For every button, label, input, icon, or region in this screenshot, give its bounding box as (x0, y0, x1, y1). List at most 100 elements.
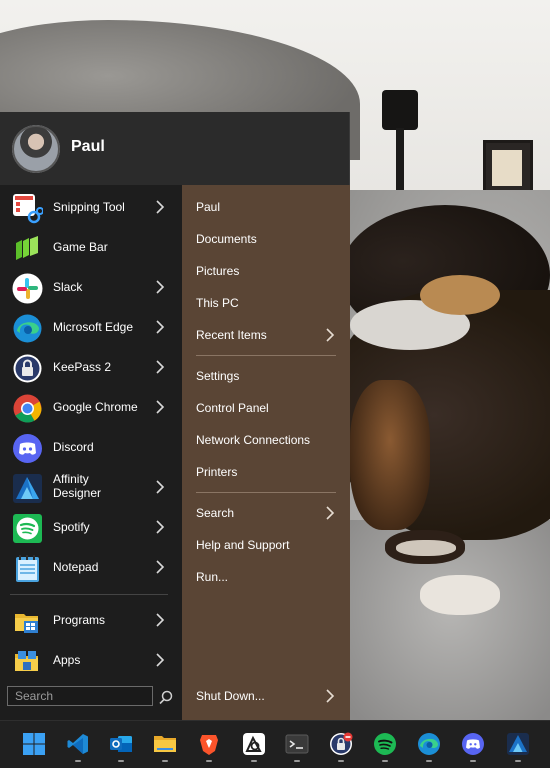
place-label: Printers (196, 465, 238, 479)
place-item-this-pc[interactable]: This PC (182, 289, 350, 317)
taskbar-brave[interactable] (192, 729, 226, 763)
running-indicator (470, 760, 476, 762)
app-item-affinity-designer[interactable]: Affinity Designer (0, 467, 182, 507)
search-box[interactable] (7, 686, 153, 706)
menu-item-apps[interactable]: Apps (0, 640, 182, 680)
place-item-documents[interactable]: Documents (182, 225, 350, 253)
place-item-printers[interactable]: Printers (182, 458, 350, 486)
app-item-google-chrome[interactable]: Google Chrome (0, 387, 182, 427)
taskbar-vscode[interactable] (61, 729, 95, 763)
file-explorer-icon (153, 732, 177, 756)
running-indicator (206, 760, 212, 762)
chevron-right-icon[interactable] (155, 612, 165, 628)
taskbar-discord[interactable] (456, 729, 490, 763)
taskbar-spotify[interactable] (368, 729, 402, 763)
chrome-icon (12, 393, 43, 424)
place-item-recent-items[interactable]: Recent Items (182, 321, 350, 349)
chevron-right-icon[interactable] (155, 479, 165, 495)
taskbar-terminal[interactable] (280, 729, 314, 763)
chevron-right-icon (325, 327, 335, 343)
place-label: Control Panel (196, 401, 269, 415)
start-menu: Paul Snipping Tool Game Bar Slack Micros… (0, 112, 350, 720)
places-column: Paul Documents Pictures This PC Recent I… (182, 185, 350, 720)
taskbar-affinity-photo[interactable] (237, 729, 271, 763)
running-indicator (426, 760, 432, 762)
running-indicator (294, 760, 300, 762)
slack-icon (12, 273, 43, 304)
place-label: Run... (196, 570, 229, 584)
shut-down-button[interactable]: Shut Down... (182, 682, 350, 710)
running-indicator (162, 760, 168, 762)
running-indicator (75, 760, 81, 762)
place-item-user-folder[interactable]: Paul (182, 193, 350, 221)
app-item-notepad[interactable]: Notepad (0, 547, 182, 587)
place-item-control-panel[interactable]: Control Panel (182, 394, 350, 422)
app-label: Affinity Designer (53, 472, 102, 500)
search-icon[interactable] (158, 689, 174, 705)
app-item-discord[interactable]: Discord (0, 427, 182, 467)
place-item-search[interactable]: Search (182, 499, 350, 527)
taskbar-outlook[interactable] (104, 729, 138, 763)
place-label: Help and Support (196, 538, 290, 552)
chevron-right-icon[interactable] (155, 279, 165, 295)
start-icon (22, 732, 46, 756)
place-item-network-connections[interactable]: Network Connections (182, 426, 350, 454)
place-item-help-and-support[interactable]: Help and Support (182, 531, 350, 559)
running-indicator (338, 760, 344, 762)
running-indicator (382, 760, 388, 762)
brave-icon (197, 732, 221, 756)
chevron-right-icon[interactable] (155, 359, 165, 375)
divider (196, 492, 336, 493)
place-label: Shut Down... (196, 689, 265, 703)
user-name[interactable]: Paul (71, 138, 105, 156)
app-item-slack[interactable]: Slack (0, 267, 182, 307)
terminal-icon (285, 732, 309, 756)
pinned-apps-column: Snipping Tool Game Bar Slack Microsoft E… (0, 185, 182, 720)
edge-icon (12, 313, 43, 344)
app-item-spotify[interactable]: Spotify (0, 507, 182, 547)
place-label: Pictures (196, 264, 240, 278)
taskbar-start-button[interactable] (17, 729, 51, 763)
user-avatar[interactable] (12, 125, 60, 173)
place-item-pictures[interactable]: Pictures (182, 257, 350, 285)
app-label: Spotify (53, 520, 90, 534)
place-label: Recent Items (196, 328, 267, 342)
taskbar-edge[interactable] (412, 729, 446, 763)
affinity-designer-icon (12, 473, 43, 504)
edge-icon (417, 732, 441, 756)
app-label: Snipping Tool (53, 200, 125, 214)
search-input[interactable] (8, 687, 148, 705)
taskbar-file-explorer[interactable] (148, 729, 182, 763)
place-item-run[interactable]: Run... (182, 563, 350, 591)
chevron-right-icon[interactable] (325, 688, 335, 704)
app-label: Game Bar (53, 240, 108, 254)
app-label: KeePass 2 (53, 360, 112, 374)
app-item-snipping-tool[interactable]: Snipping Tool (0, 187, 182, 227)
app-label: Apps (53, 653, 81, 667)
keepass-icon (329, 732, 353, 756)
chevron-right-icon[interactable] (155, 652, 165, 668)
chevron-right-icon[interactable] (155, 519, 165, 535)
app-label: Notepad (53, 560, 99, 574)
chevron-right-icon[interactable] (155, 559, 165, 575)
taskbar-keepass[interactable] (324, 729, 358, 763)
taskbar-affinity-designer[interactable] (501, 729, 535, 763)
running-indicator (118, 760, 124, 762)
menu-item-programs[interactable]: Programs (0, 600, 182, 640)
spotify-icon (12, 513, 43, 544)
place-label: Paul (196, 200, 221, 214)
notepad-icon (12, 553, 43, 584)
chevron-right-icon[interactable] (155, 199, 165, 215)
keepass-icon (12, 353, 43, 384)
chevron-right-icon[interactable] (155, 399, 165, 415)
app-item-microsoft-edge[interactable]: Microsoft Edge (0, 307, 182, 347)
snipping-tool-icon (12, 193, 44, 224)
app-label: Google Chrome (53, 400, 138, 414)
place-label: Settings (196, 369, 240, 383)
place-label: Network Connections (196, 433, 311, 447)
place-item-settings[interactable]: Settings (182, 362, 350, 390)
programs-folder-icon (12, 606, 43, 637)
app-item-game-bar[interactable]: Game Bar (0, 227, 182, 267)
chevron-right-icon[interactable] (155, 319, 165, 335)
app-item-keepass[interactable]: KeePass 2 (0, 347, 182, 387)
